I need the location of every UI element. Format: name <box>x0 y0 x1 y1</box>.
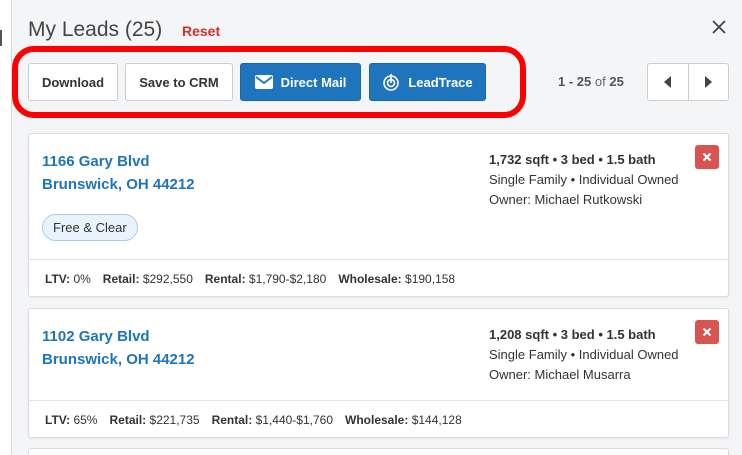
lead-valuation-row: LTV: 65% Retail: $221,735 Rental: $1,440… <box>29 400 728 438</box>
direct-mail-button[interactable]: Direct Mail <box>240 63 361 101</box>
lead-card-partial <box>28 448 729 455</box>
close-icon <box>702 327 712 337</box>
lead-card[interactable]: 1102 Gary Blvd Brunswick, OH 44212 1,208… <box>28 308 729 438</box>
rental-value: Rental: $1,440-$1,760 <box>211 412 333 427</box>
lead-street: 1102 Gary Blvd <box>42 328 150 345</box>
caret-left-icon <box>663 76 671 88</box>
lead-owner: Owner: Michael Rutkowski <box>489 192 643 207</box>
close-button[interactable] <box>708 16 730 38</box>
pagination-of: of <box>594 74 606 89</box>
lead-city: Brunswick, OH 44212 <box>42 176 195 193</box>
leadtrace-label: LeadTrace <box>408 74 473 90</box>
previous-page-button[interactable] <box>648 64 689 100</box>
ltv-value: LTV: 0% <box>45 271 91 286</box>
close-icon <box>712 20 726 34</box>
caret-right-icon <box>705 76 713 88</box>
direct-mail-label: Direct Mail <box>280 74 347 90</box>
wholesale-value: Wholesale: $144,128 <box>345 412 462 427</box>
ltv-value: LTV: 65% <box>45 412 98 427</box>
pagination-total: 25 <box>609 74 624 89</box>
lead-address-link[interactable]: 1102 Gary Blvd Brunswick, OH 44212 <box>42 325 195 371</box>
lead-specs: 1,208 sqft • 3 bed • 1.5 bath <box>489 327 656 342</box>
download-button[interactable]: Download <box>28 63 118 101</box>
lead-owner: Owner: Michael Musarra <box>489 367 631 382</box>
lead-property-type: Single Family • Individual Owned <box>489 172 679 187</box>
remove-lead-button[interactable] <box>695 320 719 344</box>
lead-property-type: Single Family • Individual Owned <box>489 347 679 362</box>
pagination-status: 1 - 25 of 25 <box>558 74 624 89</box>
next-page-button[interactable] <box>689 64 729 100</box>
lead-card[interactable]: 1166 Gary Blvd Brunswick, OH 44212 Free … <box>28 133 729 297</box>
retail-value: Retail: $292,550 <box>102 271 193 286</box>
rental-value: Rental: $1,790-$2,180 <box>204 271 327 286</box>
page-title: My Leads (25) <box>28 18 163 41</box>
background-fragment <box>0 30 6 46</box>
target-icon <box>383 74 400 91</box>
envelope-icon <box>254 75 273 89</box>
lead-address-link[interactable]: 1166 Gary Blvd Brunswick, OH 44212 <box>42 150 195 196</box>
lead-city: Brunswick, OH 44212 <box>42 351 195 368</box>
lead-valuation-row: LTV: 0% Retail: $292,550 Rental: $1,790-… <box>29 259 728 297</box>
background-page-edge <box>0 0 12 455</box>
leads-panel: My Leads (25) Reset Download Save to CRM… <box>12 0 742 455</box>
retail-value: Retail: $221,735 <box>109 412 200 427</box>
save-to-crm-button[interactable]: Save to CRM <box>125 63 233 101</box>
pagination-controls <box>647 63 729 101</box>
reset-link[interactable]: Reset <box>182 23 220 39</box>
lead-details: 1,732 sqft • 3 bed • 1.5 bath Single Fam… <box>489 150 679 210</box>
pagination-range: 1 - 25 <box>558 74 592 89</box>
wholesale-value: Wholesale: $190,158 <box>338 271 456 286</box>
lead-street: 1166 Gary Blvd <box>42 153 150 170</box>
remove-lead-button[interactable] <box>695 145 719 169</box>
lead-details: 1,208 sqft • 3 bed • 1.5 bath Single Fam… <box>489 325 679 385</box>
close-icon <box>702 152 712 162</box>
leadtrace-button[interactable]: LeadTrace <box>369 63 486 101</box>
free-clear-badge: Free & Clear <box>42 214 138 241</box>
lead-specs: 1,732 sqft • 3 bed • 1.5 bath <box>489 152 656 167</box>
